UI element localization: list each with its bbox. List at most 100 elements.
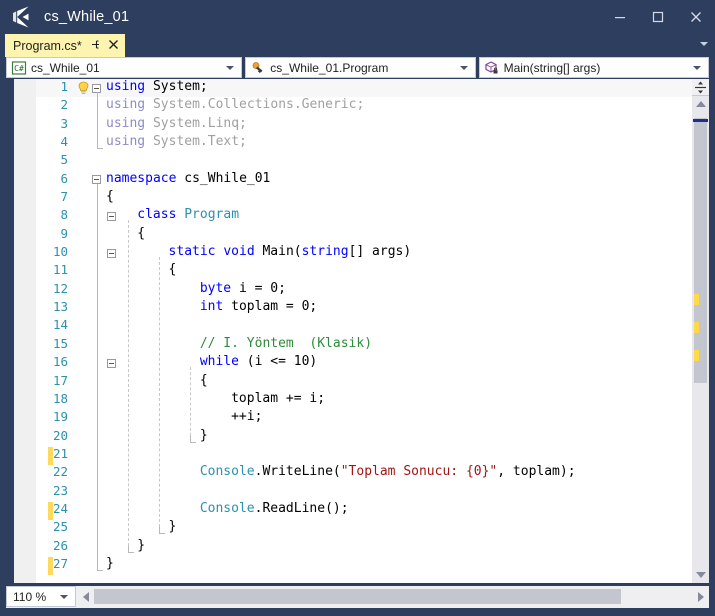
code-token: .ReadLine(); [254, 500, 349, 516]
fold-end-marker [189, 435, 196, 443]
code-line[interactable]: 2 using System.Collections.Generic; [36, 97, 709, 115]
horizontal-scrollbar-track[interactable] [94, 586, 693, 607]
pin-icon[interactable] [90, 39, 101, 52]
fold-toggle[interactable] [107, 358, 116, 368]
code-line[interactable]: 10 static void Main(string[] args) [36, 244, 709, 262]
code-text: Console.WriteLine("Toplam Sonucu: {0}", … [200, 464, 576, 479]
code-line[interactable]: 6 namespace cs_While_01 [36, 171, 709, 189]
scroll-right-button[interactable] [693, 586, 709, 607]
code-line[interactable]: 3 using System.Linq; [36, 116, 709, 134]
zoom-level-dropdown[interactable]: 110 % [6, 586, 76, 607]
fold-end-marker [158, 527, 165, 535]
tab-label: Program.cs* [13, 38, 82, 53]
triangle-down-icon [695, 572, 706, 578]
line-number: 20 [52, 427, 68, 443]
code-line[interactable]: 23 [36, 483, 709, 501]
project-dropdown[interactable]: C# cs_While_01 [6, 57, 243, 78]
chevron-down-icon[interactable] [459, 65, 468, 70]
code-text: ++i; [231, 409, 262, 424]
minimize-button[interactable] [601, 0, 639, 34]
code-line[interactable]: 18 toplam += i; [36, 391, 709, 409]
window-controls [601, 0, 715, 34]
code-line[interactable]: 5 [36, 152, 709, 170]
indent-guide [127, 220, 129, 551]
code-line[interactable]: 7{ [36, 189, 709, 207]
code-line[interactable]: 16 while (i <= 10) [36, 354, 709, 372]
line-number: 26 [52, 537, 68, 553]
chevron-down-icon[interactable] [700, 42, 708, 46]
scroll-down-button[interactable] [692, 567, 709, 583]
code-line[interactable]: 4 using System.Text; [36, 134, 709, 152]
code-token: .WriteLine( [254, 464, 341, 480]
code-line[interactable]: 15 // I. Yöntem (Klasik) [36, 336, 709, 354]
code-line[interactable]: 19 ++i; [36, 409, 709, 427]
triangle-up-icon [695, 101, 706, 107]
code-token: } [168, 519, 177, 535]
code-token: { [106, 189, 114, 205]
code-line[interactable]: 22 Console.WriteLine("Toplam Sonucu: {0}"… [36, 464, 709, 482]
code-text: using System.Linq; [106, 116, 247, 131]
chevron-down-icon[interactable] [226, 65, 235, 70]
code-line[interactable]: 24 Console.ReadLine(); [36, 501, 709, 519]
code-token: static void [168, 244, 263, 260]
code-token: } [199, 427, 208, 443]
code-line[interactable]: 9{ [36, 226, 709, 244]
line-number: 11 [52, 262, 68, 278]
code-line[interactable]: 1 using System; [36, 79, 709, 98]
fold-toggle[interactable] [107, 248, 116, 258]
chevron-down-icon[interactable] [692, 65, 701, 70]
code-editor[interactable]: 1 using System; 2 using System.Collections.… [6, 79, 709, 583]
code-line[interactable]: 14 [36, 317, 709, 335]
breakpoint-margin[interactable] [14, 79, 36, 583]
scroll-up-button[interactable] [692, 96, 709, 112]
code-line[interactable]: 13 int toplam = 0; [36, 299, 709, 317]
code-line[interactable]: 25} [36, 519, 709, 537]
code-token: } [137, 537, 146, 553]
project-dropdown-value: cs_While_01 [31, 60, 100, 75]
navigation-bar: C# cs_While_01 cs_While_01.Program Main(… [6, 57, 712, 78]
code-token: string [301, 244, 349, 260]
close-icon[interactable] [108, 39, 119, 52]
code-line[interactable]: 27} [36, 556, 709, 574]
horizontal-scrollbar-thumb[interactable] [94, 589, 621, 604]
split-view-icon[interactable] [692, 79, 709, 96]
code-token: // I. Yöntem (Klasik) [199, 335, 373, 351]
code-token: using [106, 134, 153, 150]
code-line[interactable]: 21 [36, 446, 709, 464]
code-line[interactable]: 8 class Program [36, 207, 709, 225]
fold-end-marker [127, 545, 134, 553]
code-line[interactable]: 12 byte i = 0; [36, 281, 709, 299]
code-text: } [106, 556, 114, 571]
code-token: Console [199, 464, 255, 480]
code-text: { [106, 189, 114, 204]
line-number: 16 [52, 354, 68, 370]
vertical-scrollbar-thumb[interactable] [694, 118, 707, 383]
code-line[interactable]: 20} [36, 428, 709, 446]
editor-indicator-strip [6, 79, 14, 583]
fold-toggle[interactable] [107, 211, 116, 221]
triangle-left-icon [83, 591, 89, 602]
type-dropdown[interactable]: cs_While_01.Program [245, 57, 476, 78]
vertical-scrollbar[interactable] [692, 79, 709, 583]
method-private-icon [484, 60, 500, 76]
code-token: System.Collections.Generic; [152, 97, 365, 113]
maximize-button[interactable] [639, 0, 677, 34]
code-line[interactable]: 26} [36, 538, 709, 556]
line-number: 9 [60, 225, 68, 241]
code-line[interactable]: 11 { [36, 262, 709, 280]
chevron-down-icon[interactable] [60, 594, 68, 599]
close-button[interactable] [677, 0, 715, 34]
member-dropdown[interactable]: Main(string[] args) [478, 57, 709, 78]
code-token: System; [152, 79, 208, 94]
code-token: using [106, 79, 153, 94]
code-line[interactable]: 17 { [36, 373, 709, 391]
scroll-left-button[interactable] [78, 586, 94, 607]
line-number: 6 [60, 170, 68, 186]
lightbulb-icon[interactable] [77, 81, 90, 95]
code-token: namespace [106, 170, 185, 186]
triangle-right-icon [698, 591, 704, 602]
horizontal-scrollbar[interactable] [78, 586, 709, 607]
window-title: cs_While_01 [44, 9, 130, 25]
tab-program-cs[interactable]: Program.cs* [5, 34, 125, 57]
code-lines-container[interactable]: 1 using System; 2 using System.Collections.… [36, 79, 709, 583]
